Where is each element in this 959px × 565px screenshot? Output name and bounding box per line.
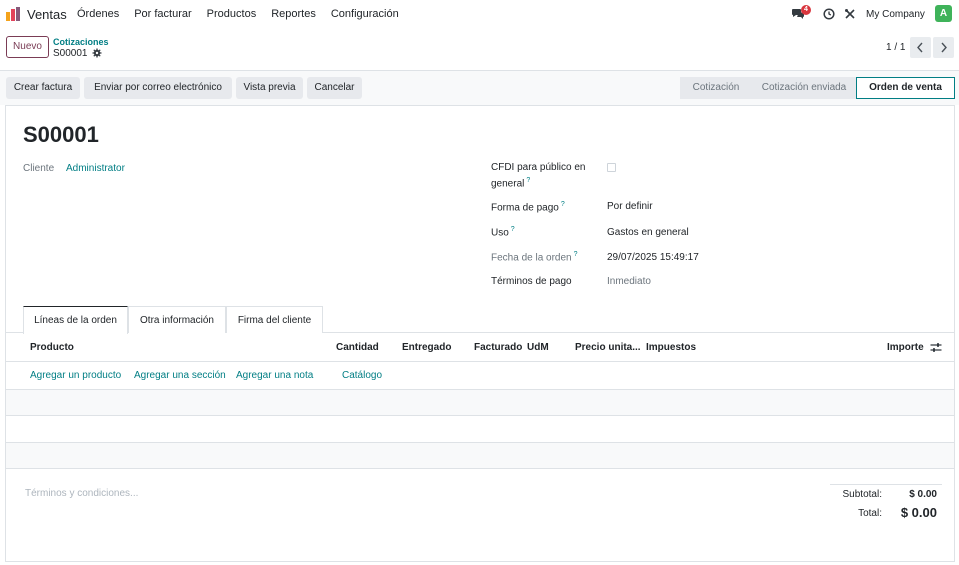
clock-icon[interactable]	[823, 8, 835, 20]
header-divider	[6, 361, 954, 362]
pager-previous-button[interactable]	[910, 37, 931, 58]
page-title: S00001	[23, 122, 99, 147]
help-icon[interactable]: ?	[561, 201, 565, 208]
gear-icon[interactable]	[92, 48, 102, 58]
menu-item-configuration[interactable]: Configuración	[331, 8, 399, 20]
col-delivered[interactable]: Entregado	[402, 342, 451, 353]
company-switcher[interactable]: My Company	[866, 9, 925, 20]
col-uom[interactable]: UdM	[527, 342, 549, 353]
payment-terms-label: Términos de pago	[491, 276, 572, 287]
payment-form-field[interactable]: Por definir	[607, 201, 653, 212]
record-name: S00001	[53, 48, 88, 59]
column-settings-icon[interactable]	[930, 342, 942, 353]
col-invoiced[interactable]: Facturado	[474, 342, 522, 353]
empty-row	[6, 442, 954, 468]
add-product-link[interactable]: Agregar un producto	[30, 370, 121, 381]
cfdi-label: CFDI para público en	[491, 162, 586, 173]
menu-item-products[interactable]: Productos	[207, 8, 257, 20]
action-bar: Crear factura Enviar por correo electrón…	[0, 71, 959, 105]
pager-next-button[interactable]	[933, 37, 954, 58]
totals-divider	[830, 484, 942, 485]
menu-item-reports[interactable]: Reportes	[271, 8, 316, 20]
catalog-link[interactable]: Catálogo	[342, 370, 382, 381]
use-label: Uso?	[491, 226, 515, 239]
tab-order-lines[interactable]: Líneas de la orden	[23, 306, 128, 334]
help-icon[interactable]: ?	[526, 177, 530, 184]
help-icon[interactable]: ?	[511, 226, 515, 233]
row-divider	[6, 442, 954, 443]
use-field[interactable]: Gastos en general	[607, 227, 689, 238]
stage-quotation[interactable]: Cotización	[680, 77, 752, 99]
col-product[interactable]: Producto	[30, 342, 74, 353]
col-quantity[interactable]: Cantidad	[336, 342, 379, 353]
cfdi-label-line2: general?	[491, 177, 531, 190]
top-navbar: Ventas Órdenes Por facturar Productos Re…	[0, 0, 959, 29]
terms-conditions-input[interactable]: Términos y condiciones...	[25, 488, 138, 499]
add-note-link[interactable]: Agregar una nota	[236, 370, 313, 381]
customer-label: Cliente	[23, 163, 55, 174]
row-divider	[6, 468, 954, 469]
chevron-right-icon	[941, 42, 947, 53]
app-name[interactable]: Ventas	[27, 7, 67, 22]
col-taxes[interactable]: Impuestos	[646, 342, 696, 353]
stage-quotation-sent[interactable]: Cotización enviada	[752, 77, 856, 99]
debug-tools-icon[interactable]	[844, 8, 856, 20]
menu-item-to-invoice[interactable]: Por facturar	[134, 8, 191, 20]
empty-row	[6, 390, 954, 415]
order-date-label: Fecha de la orden?	[491, 251, 578, 264]
main-menu: Órdenes Por facturar Productos Reportes …	[77, 8, 414, 20]
total-label: Total:	[858, 508, 882, 519]
stage-sales-order[interactable]: Orden de venta	[856, 77, 955, 99]
chat-badge: 4	[801, 5, 811, 15]
avatar[interactable]: A	[935, 5, 952, 22]
help-icon[interactable]: ?	[574, 251, 578, 258]
add-section-link[interactable]: Agregar una sección	[134, 370, 226, 381]
payment-terms-field[interactable]: Inmediato	[607, 276, 651, 287]
total-value: $ 0.00	[900, 505, 937, 520]
tab-customer-signature[interactable]: Firma del cliente	[226, 306, 323, 333]
col-unit-price[interactable]: Precio unita...	[575, 342, 641, 353]
preview-button[interactable]: Vista previa	[236, 77, 303, 99]
row-divider	[6, 415, 954, 416]
new-button[interactable]: Nuevo	[6, 36, 49, 58]
subtotal-value: $ 0.00	[909, 489, 937, 500]
menu-item-orders[interactable]: Órdenes	[77, 8, 119, 20]
order-date-field[interactable]: 29/07/2025 15:49:17	[607, 252, 699, 263]
create-invoice-button[interactable]: Crear factura	[6, 77, 80, 99]
sales-app-icon[interactable]	[5, 6, 21, 22]
subtotal-label: Subtotal:	[842, 489, 882, 500]
customer-field[interactable]: Administrator	[66, 163, 125, 174]
tab-other-info[interactable]: Otra información	[128, 306, 226, 333]
breadcrumb[interactable]: Cotizaciones	[53, 37, 109, 47]
cancel-button[interactable]: Cancelar	[307, 77, 362, 99]
col-amount[interactable]: Importe	[887, 342, 924, 353]
payment-form-label: Forma de pago?	[491, 201, 565, 214]
pager-value[interactable]: 1 / 1	[886, 42, 905, 53]
send-email-button[interactable]: Enviar por correo electrónico	[84, 77, 232, 99]
cfdi-public-checkbox[interactable]	[607, 163, 616, 172]
chevron-left-icon	[917, 42, 923, 53]
